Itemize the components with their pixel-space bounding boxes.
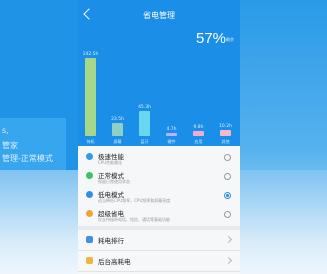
chart-value-label: 9.8h (193, 124, 204, 130)
chart-category-label: 待机 (86, 139, 95, 144)
mode-radio[interactable] (224, 154, 231, 161)
rank-icon (86, 236, 93, 243)
chart-bar (112, 123, 123, 136)
chart-value-label: 10.2h (219, 124, 232, 130)
mode-radio[interactable] (224, 173, 231, 180)
background-drain-icon (86, 257, 93, 264)
mode-row-low-power[interactable]: 低电模式 适当降低CPU频率，CPU频率和屏幕亮度 (78, 187, 240, 208)
mode-row-super-saver[interactable]: 超级省电 仅支持接听电话、短信、通话等基础功能 (78, 206, 240, 227)
chart-bar (220, 130, 231, 136)
chart-category-label: 其他 (221, 139, 230, 144)
chart-value-label: 4.7h (166, 127, 177, 133)
mode-description: 保留日常使用状态 (98, 179, 130, 184)
chart-value-label: 23.5h (111, 117, 124, 123)
background-card: s, 管家 管理-正常模式 (0, 118, 66, 170)
chart-bar (193, 130, 204, 136)
list-label: 耗电排行 (98, 237, 124, 245)
chart-value-label: 142.5h (82, 52, 99, 58)
chart-bar (166, 133, 177, 136)
mode-description: 适当降低CPU频率，CPU频率和屏幕亮度 (98, 198, 171, 203)
chart-bar (139, 111, 150, 136)
chevron-right-icon (224, 235, 233, 244)
list-item-consumption-rank[interactable]: 耗电排行 (78, 230, 240, 251)
chart-category-label: 硬件 (167, 139, 176, 144)
background-text-1: s, (2, 126, 9, 135)
mode-radio[interactable] (224, 192, 231, 199)
chart-category-label: 蓝牙 (140, 139, 149, 144)
background-text-2: 管家 (2, 141, 18, 150)
list-label: 后台高耗电 (98, 258, 131, 266)
chart-category-label: 屏幕 (113, 139, 122, 144)
usage-chart: 142.5h 待机 23.5h 屏幕 45.3h 蓝牙 4.7h 硬件 9.8h 应用 10.2h 其… (78, 36, 240, 146)
mode-radio[interactable] (224, 211, 231, 218)
mode-description: CPU性能最佳 (98, 160, 123, 165)
chevron-right-icon (224, 256, 233, 265)
mode-panel: 极速性能 CPU性能最佳 正常模式 保留日常使用状态 低电模式 适当降低CPU频… (78, 146, 240, 274)
page-title: 省电管理 (143, 11, 175, 20)
super-saver-icon (86, 210, 93, 217)
mode-description: 仅支持接听电话、短信、通话等基础功能 (98, 217, 170, 222)
background-text-3: 管理-正常模式 (2, 154, 53, 163)
mode-row-performance[interactable]: 极速性能 CPU性能最佳 (78, 149, 240, 170)
chart-bar (85, 58, 96, 136)
chart-category-label: 应用 (194, 139, 203, 144)
low-power-icon (86, 191, 93, 198)
power-manager-screen: 省电管理 57% 剩余 142.5h 待机 23.5h 屏幕 45.3h 蓝牙 4.7h 硬件… (78, 0, 240, 274)
normal-icon (86, 172, 93, 179)
list-item-background-drain[interactable]: 后台高耗电 (78, 251, 240, 272)
mode-row-normal[interactable]: 正常模式 保留日常使用状态 (78, 168, 240, 189)
top-bar: 省电管理 (78, 0, 240, 30)
performance-icon (86, 153, 93, 160)
chart-value-label: 45.3h (138, 105, 151, 111)
